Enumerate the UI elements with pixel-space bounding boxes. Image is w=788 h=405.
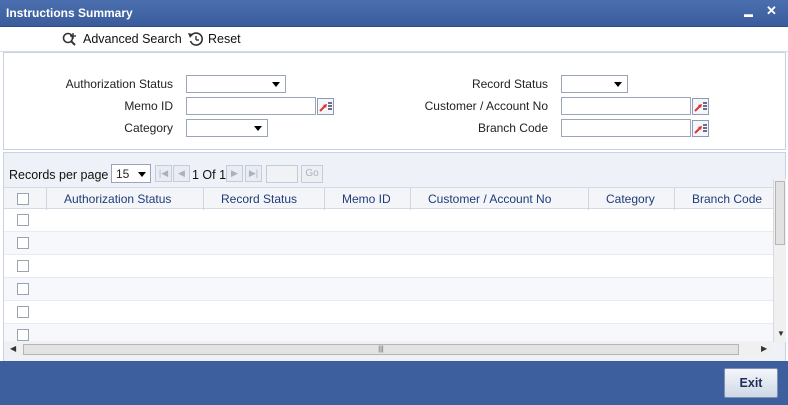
row-checkbox[interactable] (17, 306, 29, 318)
column-header-branch-code[interactable]: Branch Code (692, 192, 762, 206)
table-row[interactable] (4, 301, 774, 324)
scroll-down-icon[interactable]: ▼ (777, 329, 785, 338)
table-header: Authorization Status Record Status Memo … (4, 187, 774, 210)
previous-page-icon[interactable]: ◀ (173, 165, 190, 182)
reset-label: Reset (208, 32, 241, 46)
row-checkbox[interactable] (17, 214, 29, 226)
authorization-status-select[interactable] (186, 75, 286, 93)
customer-account-lov-icon[interactable] (692, 98, 709, 115)
column-header-memo-id[interactable]: Memo ID (342, 192, 391, 206)
category-label: Category (124, 121, 173, 135)
column-header-customer-account[interactable]: Customer / Account No (428, 192, 551, 206)
customer-account-input[interactable] (561, 97, 691, 115)
column-header-record-status[interactable]: Record Status (221, 192, 297, 206)
pagination-bar: Records per page 15 |◀ ◀ 1 Of 1 ▶ ▶| Go (4, 162, 784, 184)
table-row[interactable] (4, 324, 774, 341)
results-table: Authorization Status Record Status Memo … (4, 187, 774, 341)
window-title: Instructions Summary (6, 6, 133, 20)
reset-icon (188, 32, 203, 46)
records-per-page-label: Records per page (9, 168, 109, 182)
vertical-scrollbar[interactable]: ▼ (773, 179, 786, 342)
branch-code-lov-icon[interactable] (692, 120, 709, 137)
search-criteria-panel: Authorization Status Memo ID Category Re… (3, 52, 786, 150)
branch-code-input[interactable] (561, 119, 691, 137)
row-checkbox[interactable] (17, 260, 29, 272)
select-all-checkbox[interactable] (17, 193, 29, 205)
column-header-category[interactable]: Category (606, 192, 655, 206)
table-row[interactable] (4, 209, 774, 232)
vertical-scroll-thumb[interactable] (775, 181, 785, 245)
column-divider (674, 188, 675, 210)
table-row[interactable] (4, 255, 774, 278)
column-divider (46, 188, 47, 210)
authorization-status-label: Authorization Status (65, 77, 173, 91)
exit-button[interactable]: Exit (724, 368, 778, 398)
row-checkbox[interactable] (17, 283, 29, 295)
scroll-left-icon[interactable]: ◀ (10, 344, 16, 353)
column-divider (410, 188, 411, 210)
memo-id-input[interactable] (186, 97, 316, 115)
records-per-page-select[interactable]: 15 (111, 164, 151, 183)
column-divider (324, 188, 325, 210)
page-info: 1 Of 1 (192, 168, 227, 182)
next-page-icon[interactable]: ▶ (226, 165, 243, 182)
record-status-select[interactable] (561, 75, 628, 93)
minimize-icon[interactable]: ▬ (744, 6, 753, 22)
goto-page-input[interactable] (266, 165, 298, 183)
last-page-icon[interactable]: ▶| (245, 165, 262, 182)
column-divider (588, 188, 589, 210)
close-icon[interactable]: ✕ (766, 3, 777, 19)
title-bar: Instructions Summary ▬ ✕ (0, 0, 788, 27)
category-select[interactable] (186, 119, 268, 137)
memo-id-lov-icon[interactable] (317, 98, 334, 115)
go-button[interactable]: Go (301, 165, 323, 183)
record-status-label: Record Status (471, 77, 548, 91)
reset-button[interactable]: Reset (187, 31, 241, 47)
horizontal-scroll-thumb[interactable]: ||| (23, 344, 739, 355)
row-checkbox[interactable] (17, 237, 29, 249)
footer-bar: Exit (0, 361, 788, 405)
scroll-right-icon[interactable]: ▶ (761, 344, 767, 353)
table-row[interactable] (4, 278, 774, 301)
first-page-icon[interactable]: |◀ (155, 165, 172, 182)
magnifier-plus-icon (62, 32, 76, 46)
advanced-search-label: Advanced Search (83, 32, 182, 46)
horizontal-scrollbar[interactable]: ◀ ||| ▶ (7, 342, 772, 356)
customer-account-label: Customer / Account No (424, 99, 548, 113)
memo-id-label: Memo ID (124, 99, 173, 113)
row-checkbox[interactable] (17, 329, 29, 341)
advanced-search-button[interactable]: Advanced Search (62, 31, 182, 47)
results-grid: Records per page 15 |◀ ◀ 1 Of 1 ▶ ▶| Go … (3, 152, 786, 362)
table-row[interactable] (4, 232, 774, 255)
column-header-authorization-status[interactable]: Authorization Status (64, 192, 171, 206)
column-divider (203, 188, 204, 210)
branch-code-label: Branch Code (477, 121, 548, 135)
toolbar: Advanced Search Reset (0, 27, 788, 52)
